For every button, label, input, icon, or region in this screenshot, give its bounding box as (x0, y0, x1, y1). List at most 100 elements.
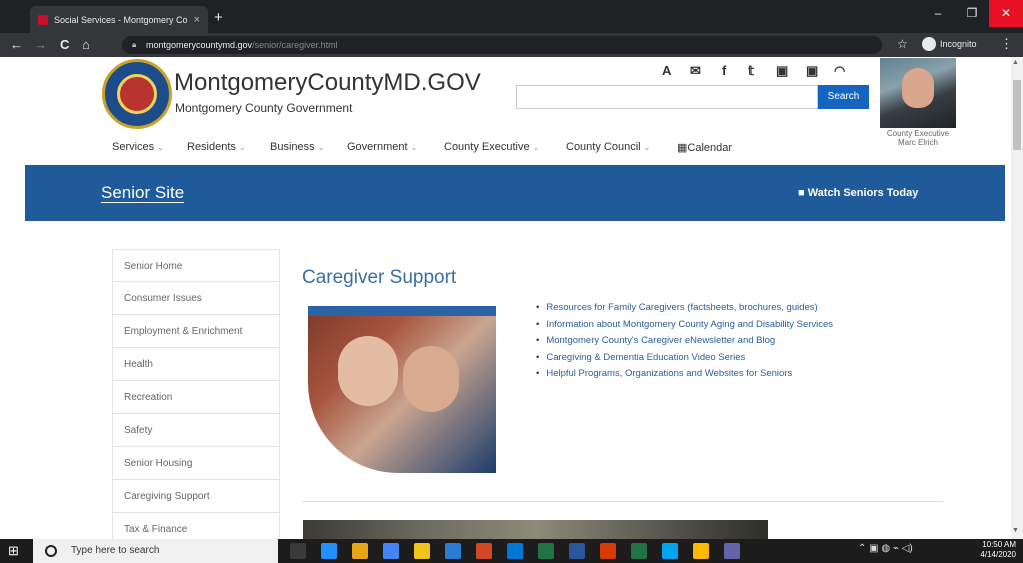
sidebar-item-health[interactable]: Health (112, 348, 280, 381)
incognito-indicator[interactable]: Incognito (922, 37, 977, 51)
nav-label: Government (347, 141, 408, 153)
outlook-icon[interactable] (507, 543, 523, 559)
chevron-down-icon: ⌄ (157, 143, 164, 152)
accessibility-icon[interactable]: A (662, 63, 671, 78)
sticky-icon[interactable] (693, 543, 709, 559)
rss-icon[interactable]: ◠ (834, 63, 845, 79)
media-icon[interactable] (476, 543, 492, 559)
page-title: Caregiver Support (302, 267, 457, 288)
resource-link-list: Resources for Family Caregivers (factshe… (536, 300, 956, 383)
sidebar-nav: Senior Home Consumer Issues Employment &… (112, 249, 280, 539)
site-title[interactable]: MontgomeryCountyMD.GOV (174, 69, 481, 97)
search-input[interactable] (516, 85, 818, 109)
chevron-down-icon: ⌄ (532, 143, 540, 152)
bookmark-star-icon[interactable]: ☆ (897, 37, 908, 51)
browser-tab[interactable]: Social Services - Montgomery Co × (30, 6, 208, 33)
taskbar-search-placeholder: Type here to search (71, 545, 160, 556)
banner-title-link[interactable]: Senior Site (101, 183, 185, 203)
youtube-icon[interactable]: ▣ (776, 63, 788, 79)
chevron-down-icon: ⌄ (317, 143, 325, 152)
word-icon[interactable] (569, 543, 585, 559)
close-window-button[interactable]: ✕ (989, 0, 1023, 27)
scroll-up-icon[interactable]: ▲ (1012, 59, 1019, 66)
nav-label: Residents (187, 141, 236, 153)
caregiver-hero-image (308, 306, 496, 473)
new-tab-button[interactable]: + (214, 9, 223, 26)
nav-government[interactable]: Government ⌄ (347, 141, 417, 153)
nav-services[interactable]: Services ⌄ (112, 141, 164, 153)
sidebar-item-employment[interactable]: Employment & Enrichment (112, 315, 280, 348)
link-aging-disability-services[interactable]: Information about Montgomery County Agin… (536, 317, 956, 334)
publisher-icon[interactable] (538, 543, 554, 559)
link-helpful-programs[interactable]: Helpful Programs, Organizations and Webs… (536, 366, 956, 383)
microphone-icon[interactable] (290, 543, 306, 559)
county-executive-caption: County Executive Marc Elrich (874, 129, 962, 147)
home-button[interactable]: ⌂ (82, 36, 90, 54)
content-divider (302, 501, 942, 502)
taskbar-clock[interactable]: 10:50 AM 4/14/2020 (966, 540, 1016, 560)
nav-calendar[interactable]: ▦Calendar (677, 141, 732, 154)
clock-time: 10:50 AM (982, 540, 1016, 549)
minimize-button[interactable]: – (921, 0, 955, 27)
web-page: MontgomeryCountyMD.GOV Montgomery County… (0, 57, 1011, 539)
favicon-icon (38, 14, 48, 25)
nav-county-executive[interactable]: County Executive ⌄ (444, 141, 539, 153)
task-view-icon[interactable] (321, 543, 337, 559)
link-caregiver-enewsletter[interactable]: Montgomery County's Caregiver eNewslette… (536, 333, 956, 350)
file-explorer-icon[interactable] (414, 543, 430, 559)
search-button[interactable]: Search (818, 85, 869, 109)
chrome-icon[interactable] (383, 543, 399, 559)
nav-label: Services (112, 141, 155, 153)
link-dementia-video-series[interactable]: Caregiving & Dementia Education Video Se… (536, 350, 956, 367)
paint-icon[interactable] (445, 543, 461, 559)
forward-button[interactable]: → (34, 36, 47, 54)
sidebar-item-recreation[interactable]: Recreation (112, 381, 280, 414)
teams-icon[interactable] (724, 543, 740, 559)
site-subtitle: Montgomery County Government (175, 101, 353, 115)
calendar-icon: ▦ (677, 142, 688, 154)
sidebar-item-caregiving-support[interactable]: Caregiving Support (112, 480, 280, 513)
restore-button[interactable]: ❐ (955, 0, 989, 27)
taskbar-search-box[interactable]: Type here to search (33, 539, 278, 563)
system-tray-icons[interactable]: ⌃ ▣ ◍ ⌁ ◁) (858, 543, 913, 554)
chevron-down-icon: ⌄ (238, 143, 246, 152)
lock-icon: 🔒︎ (132, 40, 137, 49)
twitter-icon[interactable]: 𝕥 (748, 63, 754, 79)
edge-icon[interactable] (352, 543, 368, 559)
incognito-icon (922, 37, 936, 51)
county-executive-photo[interactable] (880, 58, 956, 128)
nav-county-council[interactable]: County Council ⌄ (566, 141, 650, 153)
browser-menu-icon[interactable]: ⋮ (1000, 36, 1013, 52)
sidebar-item-consumer-issues[interactable]: Consumer Issues (112, 282, 280, 315)
facebook-icon[interactable]: f (722, 63, 726, 78)
nav-residents[interactable]: Residents ⌄ (187, 141, 246, 153)
nav-label: Calendar (687, 142, 733, 154)
county-seal-logo[interactable] (102, 59, 172, 129)
chevron-down-icon: ⌄ (643, 143, 651, 152)
sidebar-item-senior-home[interactable]: Senior Home (112, 249, 280, 282)
scrollbar-thumb[interactable] (1013, 80, 1021, 150)
nav-business[interactable]: Business ⌄ (270, 141, 324, 153)
back-button[interactable]: ← (10, 36, 23, 54)
skype-icon[interactable] (662, 543, 678, 559)
link-family-caregiver-resources[interactable]: Resources for Family Caregivers (factshe… (536, 300, 956, 317)
url-path: /senior/caregiver.html (252, 40, 338, 50)
excel-icon[interactable] (631, 543, 647, 559)
watch-seniors-today-link[interactable]: ■ Watch Seniors Today (798, 187, 918, 199)
scroll-down-icon[interactable]: ▼ (1012, 527, 1019, 534)
reload-button[interactable]: C (60, 36, 69, 54)
sidebar-item-tax-finance[interactable]: Tax & Finance (112, 513, 280, 539)
tab-close-icon[interactable]: × (194, 14, 200, 26)
sidebar-item-senior-housing[interactable]: Senior Housing (112, 447, 280, 480)
email-icon[interactable]: ✉ (690, 63, 701, 79)
flickr-icon[interactable]: ▣ (806, 63, 818, 79)
sidebar-item-safety[interactable]: Safety (112, 414, 280, 447)
nav-label: County Executive (444, 141, 530, 153)
nav-label: County Council (566, 141, 641, 153)
chevron-down-icon: ⌄ (410, 143, 418, 152)
acrobat-icon[interactable] (600, 543, 616, 559)
url-domain: montgomerycountymd.gov (146, 40, 253, 50)
start-button[interactable]: ⊞ (8, 543, 24, 559)
address-bar[interactable]: 🔒︎ montgomerycountymd.gov/senior/caregiv… (122, 36, 882, 54)
video-embed[interactable] (303, 520, 768, 539)
